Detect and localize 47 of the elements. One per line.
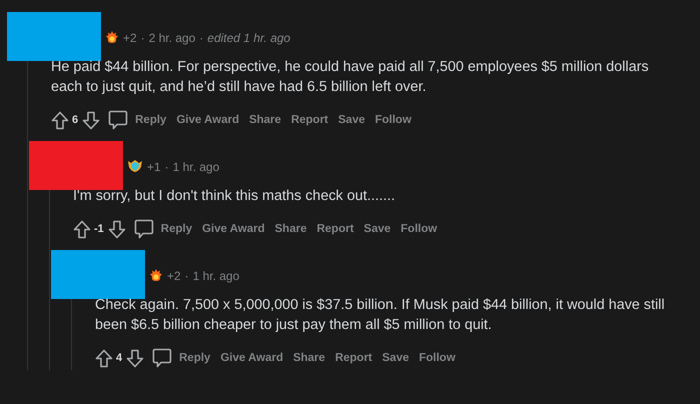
reply-button[interactable]: Reply (174, 348, 216, 368)
save-button[interactable]: Save (358, 219, 396, 239)
edited-label: edited 1 hr. ago (207, 30, 290, 44)
timestamp[interactable]: 2 hr. ago (148, 30, 196, 44)
award-icon (105, 30, 119, 44)
vote-score: 4 (116, 352, 122, 364)
award-count: +1 (147, 160, 161, 174)
award-count: +2 (123, 30, 137, 44)
follow-button[interactable]: Follow (414, 348, 460, 368)
downvote-icon[interactable] (126, 348, 144, 368)
separator-dot: · (164, 160, 169, 174)
vote-score: -1 (94, 223, 104, 235)
comment-text: Check again. 7,500 x 5,000,000 is $37.5 billion. If Musk paid $44 billion, it would have still been $6.5 billion cheaper to just pay them all $5 million to quit. (95, 296, 666, 335)
reply-button[interactable]: Reply (156, 219, 198, 239)
reply-button[interactable]: Reply (130, 110, 172, 130)
upvote-icon[interactable] (51, 110, 69, 130)
separator-dot: · (199, 30, 204, 44)
report-button[interactable]: Report (330, 348, 378, 368)
share-button[interactable]: Share (270, 219, 312, 239)
timestamp[interactable]: 1 hr. ago (172, 160, 220, 174)
downvote-icon[interactable] (82, 110, 100, 130)
vote-score: 6 (72, 114, 78, 126)
upvote-icon[interactable] (73, 220, 91, 238)
comment-icon (152, 348, 172, 368)
comment-icon (134, 219, 154, 239)
give-award-button[interactable]: Give Award (197, 219, 270, 239)
separator-dot: · (140, 30, 145, 44)
award-icon (149, 268, 163, 282)
give-award-button[interactable]: Give Award (171, 110, 244, 130)
separator-dot: · (184, 268, 189, 282)
report-button[interactable]: Report (286, 110, 334, 130)
follow-button[interactable]: Follow (370, 110, 416, 130)
give-award-button[interactable]: Give Award (215, 348, 288, 368)
share-button[interactable]: Share (244, 110, 286, 130)
shield-award-icon (127, 158, 143, 172)
follow-button[interactable]: Follow (396, 219, 442, 239)
comment-text: I'm sorry, but I don't think this maths check out....... (73, 187, 396, 206)
comment-text: He paid $44 billion. For perspective, he could have paid all 7,500 employees $5 million dollars each to just quit, and he’d still have had 6.5 billion left over. (51, 58, 650, 97)
save-button[interactable]: Save (377, 348, 414, 368)
downvote-icon[interactable] (108, 220, 126, 238)
save-button[interactable]: Save (333, 110, 370, 130)
report-button[interactable]: Report (312, 219, 359, 239)
share-button[interactable]: Share (288, 348, 330, 368)
upvote-icon[interactable] (95, 348, 113, 368)
timestamp[interactable]: 1 hr. ago (192, 268, 240, 282)
award-count: +2 (167, 268, 181, 282)
comment-icon (108, 110, 128, 130)
